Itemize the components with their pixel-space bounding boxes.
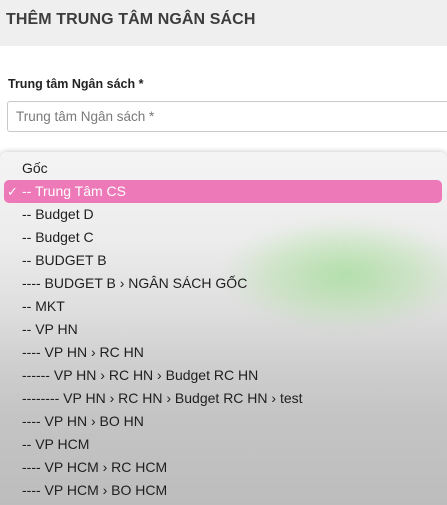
checkmark-icon: ✓ — [7, 184, 18, 199]
option-label: -- Budget C — [22, 229, 94, 245]
dropdown-option[interactable]: -- VP HCM — [4, 433, 442, 456]
dropdown-option[interactable]: -- MKT — [4, 295, 442, 318]
option-label: ---- VP HN › RC HN — [22, 344, 144, 360]
option-label: ---- VP HCM › RC HCM — [22, 459, 168, 475]
option-label: -- VP HN — [22, 321, 78, 337]
option-label: -- Budget D — [22, 206, 94, 222]
dropdown-option[interactable]: -- VP HN — [4, 318, 442, 341]
dropdown-option[interactable]: -- Budget C — [4, 226, 442, 249]
budget-center-label: Trung tâm Ngân sách * — [8, 77, 144, 91]
dropdown-option[interactable]: ---- VP HCM › RC HCM — [4, 456, 442, 479]
option-label: Gốc — [22, 160, 48, 176]
option-label: -- Trung Tâm CS — [22, 183, 126, 199]
dropdown-option[interactable]: ---- VP HN › BO HN — [4, 410, 442, 433]
option-label: ---- VP HCM › BO HCM — [22, 482, 168, 498]
option-label: ---- BUDGET B › NGÂN SÁCH GỐC — [22, 275, 248, 291]
dropdown-option[interactable]: ---- VP HCM › BO HCM — [4, 479, 442, 502]
dropdown-option[interactable]: ---- BUDGET B › NGÂN SÁCH GỐC — [4, 272, 442, 295]
dropdown-option[interactable]: -- Budget D — [4, 203, 442, 226]
dropdown-option[interactable]: ------ VP HN › RC HN › Budget RC HN — [4, 364, 442, 387]
dropdown-option-selected[interactable]: ✓ -- Trung Tâm CS — [4, 180, 442, 203]
option-label: -------- VP HN › RC HN › Budget RC HN › … — [22, 390, 303, 406]
budget-center-input[interactable] — [7, 101, 447, 132]
dropdown-option-root[interactable]: Gốc — [4, 157, 442, 180]
dropdown-option[interactable]: -------- VP HN › RC HN › Budget RC HN › … — [4, 387, 442, 410]
dropdown-option[interactable]: -- BUDGET B — [4, 249, 442, 272]
dialog-title: THÊM TRUNG TÂM NGÂN SÁCH — [6, 11, 256, 28]
option-label: -- BUDGET B — [22, 252, 107, 268]
dialog-header: THÊM TRUNG TÂM NGÂN SÁCH — [0, 0, 447, 46]
option-label: -- VP HCM — [22, 436, 90, 452]
budget-center-dropdown: Gốc ✓ -- Trung Tâm CS -- Budget D -- Budg… — [0, 152, 447, 505]
option-label: ---- VP HN › BO HN — [22, 413, 144, 429]
dropdown-option[interactable]: ---- VP HN › RC HN — [4, 341, 442, 364]
option-label: -- MKT — [22, 298, 65, 314]
option-label: ------ VP HN › RC HN › Budget RC HN — [22, 367, 259, 383]
